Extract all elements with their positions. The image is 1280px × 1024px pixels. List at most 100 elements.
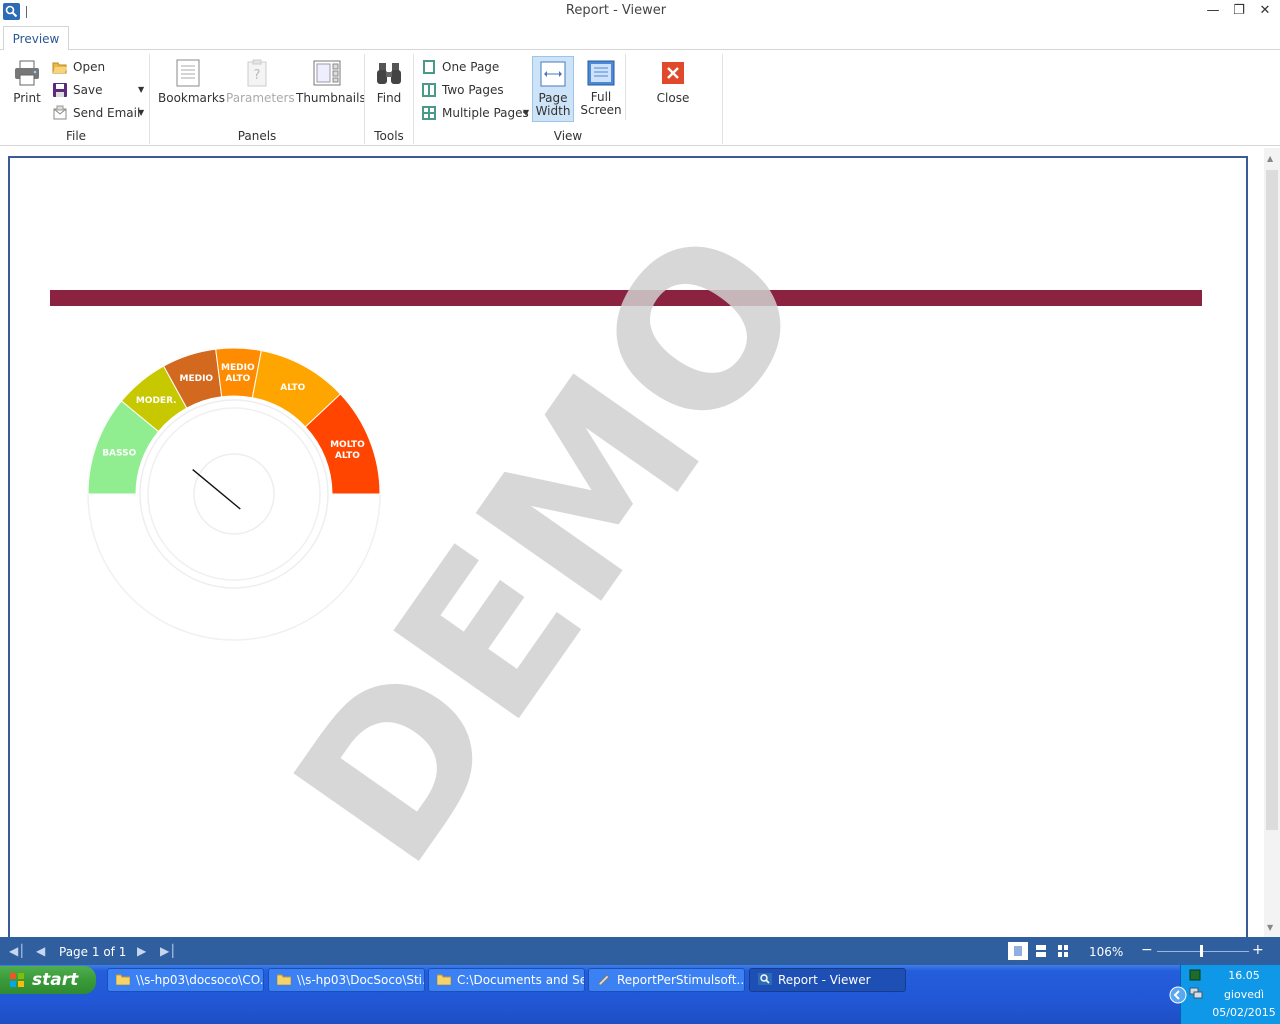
send-email-button[interactable]: Send Email ▼ — [52, 104, 144, 124]
svg-text:?: ? — [254, 68, 261, 83]
clock-day: giovedì — [1223, 988, 1265, 1001]
scroll-down-arrow-icon[interactable]: ▼ — [1267, 923, 1273, 932]
send-email-label: Send Email — [73, 106, 141, 120]
folder-open-icon — [52, 59, 68, 75]
save-button[interactable]: Save ▼ — [52, 81, 144, 101]
multiple-pages-dropdown-arrow-icon[interactable]: ▼ — [523, 104, 529, 122]
clock-date: 05/02/2015 — [1212, 1006, 1276, 1019]
taskbar-item-label: \\s-hp03\docsoco\CO... — [136, 973, 264, 987]
taskbar-item-label: C:\Documents and Se... — [457, 973, 585, 987]
bookmarks-button[interactable]: Bookmarks — [158, 58, 225, 105]
minimize-button[interactable]: — — [1202, 2, 1224, 20]
ribbon-tab-row: Preview — [0, 26, 1280, 51]
multi-page-view-icon[interactable] — [1053, 942, 1073, 960]
scroll-up-arrow-icon[interactable]: ▲ — [1267, 154, 1273, 163]
one-page-icon — [421, 59, 437, 75]
magnifier-icon — [758, 973, 772, 985]
page-indicator: Page 1 of 1 — [59, 945, 127, 959]
parameters-icon: ? — [242, 58, 272, 88]
taskbar: start \\s-hp03\docsoco\CO... \\s-hp03\Do… — [0, 965, 1280, 1024]
find-button[interactable]: Find — [372, 58, 406, 105]
single-page-view-icon[interactable] — [1008, 942, 1028, 960]
ribbon: Print Open Save ▼ Send Email ▼ File Book… — [0, 50, 1280, 146]
thumbnails-label: Thumbnails — [296, 91, 366, 105]
two-pages-button[interactable]: Two Pages — [421, 81, 504, 101]
taskbar-item-label: Report - Viewer — [778, 973, 871, 987]
taskbar-item[interactable]: \\s-hp03\DocSoco\Sti... — [268, 968, 425, 992]
start-button[interactable]: start — [0, 966, 96, 994]
scrollbar-thumb[interactable] — [1266, 170, 1278, 830]
two-pages-icon — [421, 82, 437, 98]
gauge-segment-label: MEDIO — [180, 374, 214, 384]
one-page-button[interactable]: One Page — [421, 58, 499, 78]
tools-group-label: Tools — [374, 129, 404, 143]
title-bar: Report - Viewer — ❐ ✕ — [0, 0, 1280, 24]
open-label: Open — [73, 60, 106, 74]
zoom-out-icon[interactable]: − — [1141, 942, 1153, 958]
find-label: Find — [376, 91, 402, 105]
gauge-guide-ring — [139, 399, 329, 589]
group-separator — [149, 54, 150, 144]
show-hidden-icons-icon[interactable] — [1169, 986, 1187, 1004]
tray-app-icon[interactable] — [1189, 969, 1201, 981]
taskbar-item-active[interactable]: Report - Viewer — [749, 968, 906, 992]
last-page-icon[interactable]: ▶│ — [160, 944, 176, 958]
close-label: Close — [656, 91, 690, 105]
page-width-button[interactable]: Page Width — [532, 56, 574, 122]
folder-icon — [116, 974, 130, 985]
pen-icon — [598, 974, 610, 985]
network-icon[interactable] — [1189, 986, 1203, 1000]
bookmarks-label: Bookmarks — [158, 91, 226, 105]
taskbar-item[interactable]: ReportPerStimulsoft.... — [588, 968, 745, 992]
zoom-slider[interactable] — [1157, 951, 1249, 952]
zoom-slider-knob[interactable] — [1200, 945, 1203, 957]
report-page: BASSO MODER. MEDIO MEDIO ALTO ALTO MOLTO ALTO D… — [8, 156, 1248, 946]
send-email-dropdown-arrow-icon[interactable]: ▼ — [138, 104, 144, 122]
first-page-icon[interactable]: ◀│ — [9, 944, 25, 958]
multiple-pages-button[interactable]: Multiple Pages ▼ — [421, 104, 529, 124]
print-label: Print — [13, 91, 41, 105]
full-screen-label-2: Screen — [580, 103, 622, 117]
zoom-level: 106% — [1089, 945, 1124, 959]
gauge-segment-label: MEDIO ALTO — [221, 363, 255, 384]
file-group-label: File — [65, 129, 87, 143]
restore-button[interactable]: ❐ — [1228, 2, 1250, 20]
status-bar: ◀│ ◀ Page 1 of 1 ▶ ▶│ 106% − + — [0, 937, 1280, 965]
save-dropdown-arrow-icon[interactable]: ▼ — [138, 81, 144, 99]
page-width-label-2: Width — [535, 104, 571, 118]
windows-flag-icon — [10, 973, 24, 987]
gauge-needle — [192, 469, 241, 510]
panels-group-label: Panels — [237, 129, 277, 143]
window-title: Report - Viewer — [565, 3, 667, 18]
close-window-button[interactable]: ✕ — [1254, 2, 1276, 20]
folder-icon — [437, 974, 451, 985]
next-page-icon[interactable]: ▶ — [137, 944, 146, 958]
zoom-in-icon[interactable]: + — [1252, 942, 1264, 958]
tab-preview[interactable]: Preview — [3, 26, 69, 51]
group-separator — [413, 54, 414, 144]
gauge-chart: BASSO MODER. MEDIO MEDIO ALTO ALTO MOLTO ALTO — [87, 347, 381, 641]
close-report-button[interactable]: Close — [652, 58, 694, 105]
print-button[interactable]: Print — [8, 58, 46, 105]
parameters-button[interactable]: ? Parameters — [226, 58, 295, 105]
email-icon — [52, 105, 68, 121]
open-button[interactable]: Open — [52, 58, 105, 78]
full-screen-button[interactable]: Full Screen — [580, 58, 622, 117]
two-pages-label: Two Pages — [442, 83, 504, 97]
previous-page-icon[interactable]: ◀ — [36, 944, 45, 958]
gauge-guide-ring — [147, 407, 321, 581]
view-group-label: View — [553, 129, 583, 143]
thumbnails-button[interactable]: Thumbnails — [296, 58, 366, 105]
gauge-guide-ring — [193, 453, 275, 535]
vertical-scrollbar[interactable]: ▲ ▼ — [1264, 148, 1280, 937]
group-separator — [364, 54, 365, 144]
start-label: start — [32, 970, 79, 990]
taskbar-item[interactable]: C:\Documents and Se... — [428, 968, 585, 992]
taskbar-item[interactable]: \\s-hp03\docsoco\CO... — [107, 968, 264, 992]
full-screen-icon — [586, 58, 616, 88]
continuous-view-icon[interactable] — [1031, 942, 1051, 960]
report-viewer: BASSO MODER. MEDIO MEDIO ALTO ALTO MOLTO ALTO D… — [0, 148, 1280, 946]
gauge-segment-label: ALTO — [280, 383, 305, 393]
folder-icon — [277, 974, 291, 985]
close-icon — [658, 58, 688, 88]
